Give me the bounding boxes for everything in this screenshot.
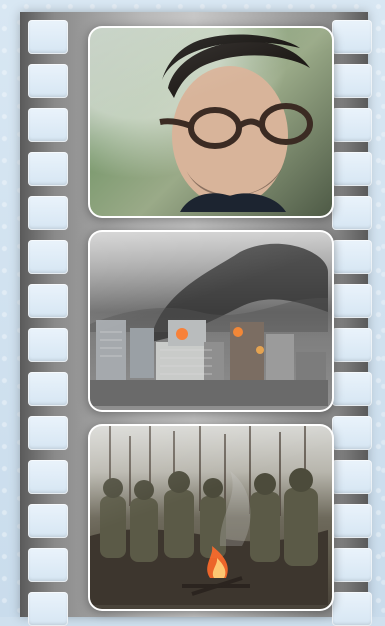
sprocket-hole	[332, 240, 372, 274]
sprocket-hole	[28, 108, 68, 142]
soldiers-illustration	[90, 426, 328, 605]
sprocket-hole	[28, 504, 68, 538]
sprocket-hole	[332, 592, 372, 626]
portrait-illustration	[159, 34, 313, 212]
sprocket-hole	[28, 64, 68, 98]
sprocket-hole	[28, 416, 68, 450]
film-frame-city	[88, 230, 334, 412]
sprocket-hole	[332, 152, 372, 186]
buildings	[90, 320, 328, 406]
sprocket-hole	[28, 592, 68, 626]
sprocket-hole	[28, 20, 68, 54]
sprocket-hole	[332, 20, 372, 54]
sprocket-hole	[332, 64, 372, 98]
sprocket-hole	[28, 548, 68, 582]
film-frame-soldiers	[88, 424, 334, 611]
sprocket-hole	[332, 108, 372, 142]
sprocket-holes-left	[28, 12, 72, 626]
sprocket-hole	[28, 328, 68, 362]
shirt	[180, 193, 286, 212]
city-photo	[90, 232, 332, 410]
sprocket-hole	[28, 152, 68, 186]
film-frame-portrait	[88, 26, 334, 218]
sprocket-hole	[332, 460, 372, 494]
soldiers	[100, 468, 318, 566]
sprocket-hole	[28, 240, 68, 274]
sprocket-hole	[28, 284, 68, 318]
sprocket-hole	[28, 460, 68, 494]
city-illustration	[90, 243, 328, 406]
sprocket-hole	[28, 196, 68, 230]
sprocket-hole	[332, 504, 372, 538]
portrait-photo	[90, 28, 332, 216]
soldiers-photo	[90, 426, 332, 609]
sprocket-hole	[332, 548, 372, 582]
sprocket-hole	[332, 196, 372, 230]
sprocket-hole	[332, 284, 372, 318]
sprocket-hole	[332, 416, 372, 450]
sprocket-holes-right	[332, 12, 376, 626]
sprocket-hole	[28, 372, 68, 406]
sprocket-hole	[332, 372, 372, 406]
sprocket-hole	[332, 328, 372, 362]
